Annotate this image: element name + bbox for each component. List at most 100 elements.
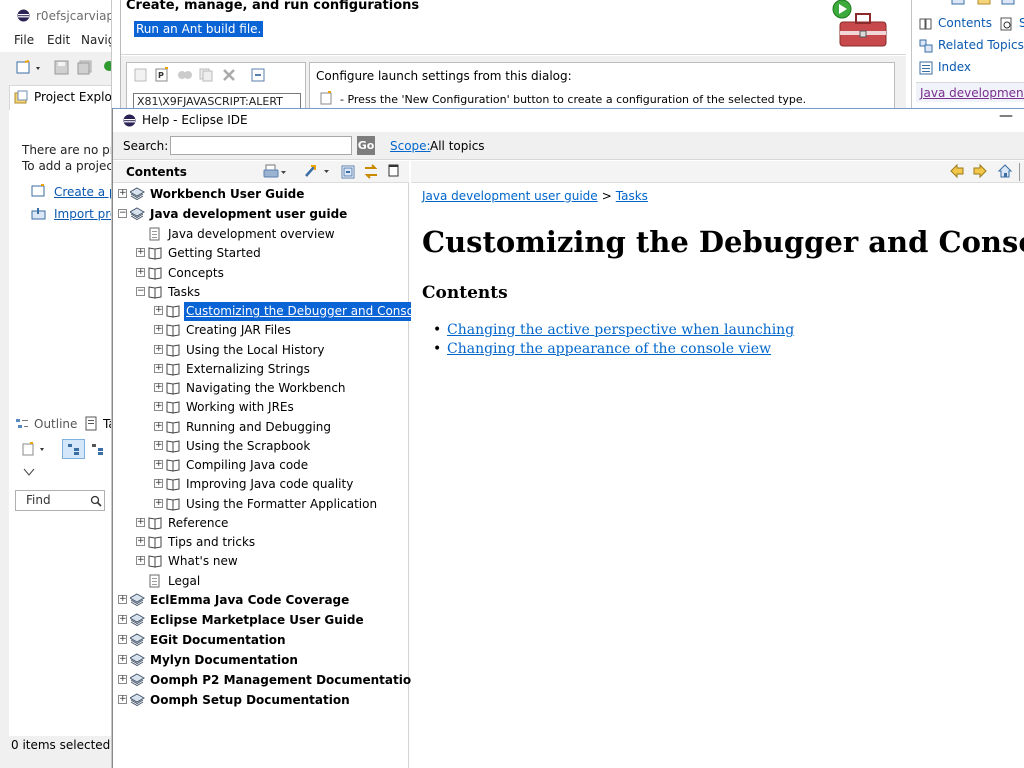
view-menu-chevron-icon[interactable] <box>23 468 35 476</box>
expand-toggle[interactable]: + <box>154 325 163 334</box>
toc-item[interactable]: + Compiling Java code <box>113 456 409 475</box>
export-config-icon[interactable] <box>177 68 193 82</box>
toc-item-label: Getting Started <box>168 246 261 260</box>
toc-item[interactable]: + Running and Debugging <box>113 418 409 437</box>
scope-link[interactable]: Scope: <box>390 139 431 153</box>
outline-tab-label[interactable]: Outline <box>34 417 77 431</box>
expand-toggle[interactable]: + <box>154 460 163 469</box>
toc-item[interactable]: Legal <box>113 572 409 591</box>
collapse-toggle[interactable]: − <box>118 209 127 218</box>
topic-link-active-perspective[interactable]: Changing the active perspective when lau… <box>447 322 794 338</box>
side-search-link[interactable]: Se <box>1000 16 1024 31</box>
toc-item[interactable]: + Customizing the Debugger and Console <box>113 302 427 321</box>
toc-item[interactable]: + Improving Java code quality <box>113 475 409 494</box>
expand-toggle[interactable]: + <box>136 556 145 565</box>
open-book-icon <box>166 344 180 357</box>
side-java-dev-link[interactable]: Java development u <box>920 86 1024 100</box>
duplicate-config-icon[interactable] <box>199 68 213 82</box>
side-index-link[interactable]: Index <box>919 60 971 75</box>
expand-toggle[interactable]: + <box>118 655 127 664</box>
toc-item[interactable]: − Java development user guide <box>113 205 409 224</box>
run-icon[interactable] <box>103 60 112 74</box>
toc-item[interactable]: + What's new <box>113 552 409 571</box>
collapse-all-icon[interactable] <box>251 68 265 82</box>
save-icon[interactable] <box>54 60 70 76</box>
breadcrumb-tasks[interactable]: Tasks <box>616 189 648 203</box>
menu-navigate[interactable]: Navigat <box>81 33 111 47</box>
expand-toggle[interactable]: + <box>118 595 127 604</box>
menu-edit[interactable]: Edit <box>47 33 70 47</box>
topic-link-console-appearance[interactable]: Changing the appearance of the console v… <box>447 341 771 357</box>
go-button[interactable]: Go <box>357 136 375 155</box>
expand-toggle[interactable]: + <box>154 345 163 354</box>
side-contents-link[interactable]: Contents <box>919 16 992 31</box>
toc-item[interactable]: + Concepts <box>113 264 409 283</box>
create-project-link[interactable]: Create a pr <box>54 185 111 199</box>
breadcrumb-java-dev-guide[interactable]: Java development user guide <box>422 189 598 203</box>
new-prototype-icon[interactable]: P <box>155 67 169 82</box>
expand-toggle[interactable]: + <box>136 268 145 277</box>
toc-item[interactable]: + Getting Started <box>113 244 409 263</box>
link-with-contents-icon[interactable] <box>362 164 380 180</box>
toc-item[interactable]: + EGit Documentation <box>113 631 409 650</box>
expand-toggle[interactable]: + <box>154 422 163 431</box>
collapse-all-icon[interactable] <box>341 165 355 179</box>
expand-toggle[interactable]: + <box>118 615 127 624</box>
toc-item[interactable]: Java development overview <box>113 225 409 244</box>
home-icon[interactable] <box>997 163 1013 179</box>
toc-item[interactable]: + Navigating the Workbench <box>113 379 409 398</box>
delete-config-icon[interactable] <box>222 68 236 82</box>
toc-item[interactable]: + Mylyn Documentation <box>113 651 409 670</box>
expand-toggle[interactable]: + <box>136 537 145 546</box>
toc-item[interactable]: − Tasks <box>113 283 409 302</box>
new-icon[interactable] <box>16 60 46 76</box>
toc-item[interactable]: + Tips and tricks <box>113 533 409 552</box>
save-all-icon[interactable] <box>77 60 93 76</box>
back-arrow-icon[interactable] <box>949 163 965 179</box>
expand-toggle[interactable]: + <box>118 189 127 198</box>
collapse-toggle[interactable]: − <box>136 287 145 296</box>
expand-toggle[interactable]: + <box>136 248 145 257</box>
expand-toggle[interactable]: + <box>154 402 163 411</box>
maximize-view-icon[interactable] <box>388 164 400 178</box>
print-icon[interactable] <box>263 164 289 180</box>
find-field[interactable]: Find <box>15 490 105 511</box>
open-book-icon <box>148 555 162 568</box>
expand-toggle[interactable]: + <box>154 306 163 315</box>
highlight-search-icon[interactable] <box>304 163 332 180</box>
expand-toggle[interactable]: + <box>154 441 163 450</box>
toc-item[interactable]: + EclEmma Java Code Coverage <box>113 591 409 610</box>
toc-item[interactable]: + Using the Formatter Application <box>113 495 409 514</box>
open-book-icon <box>166 305 180 318</box>
toc-item[interactable]: + Oomph Setup Documentation <box>113 691 409 710</box>
categorized-icon[interactable] <box>91 443 105 456</box>
import-project-link[interactable]: Import pro <box>54 207 111 221</box>
tasks-tab-label[interactable]: Ta <box>103 417 111 431</box>
toc-item-label: Reference <box>168 516 229 530</box>
expand-toggle[interactable]: + <box>118 675 127 684</box>
new-config-icon[interactable] <box>134 68 148 82</box>
expand-toggle[interactable]: + <box>118 695 127 704</box>
expand-toggle[interactable]: + <box>118 635 127 644</box>
toc-item[interactable]: + Eclipse Marketplace User Guide <box>113 611 409 630</box>
toc-item[interactable]: + Workbench User Guide <box>113 185 409 204</box>
toc-item[interactable]: + Reference <box>113 514 409 533</box>
project-explorer-tab[interactable]: Project Explorer <box>9 85 111 110</box>
forward-arrow-icon[interactable] <box>972 163 988 179</box>
expand-toggle[interactable]: + <box>136 518 145 527</box>
expand-toggle[interactable]: + <box>154 499 163 508</box>
expand-toggle[interactable]: + <box>154 383 163 392</box>
expand-toggle[interactable]: + <box>154 479 163 488</box>
toc-item[interactable]: + Using the Local History <box>113 341 409 360</box>
toc-item[interactable]: + Externalizing Strings <box>113 360 409 379</box>
new-task-icon[interactable] <box>22 441 50 457</box>
toc-item[interactable]: + Creating JAR Files <box>113 321 409 340</box>
expand-toggle[interactable]: + <box>154 364 163 373</box>
minimize-button[interactable]: — <box>999 108 1013 124</box>
toc-item[interactable]: + Using the Scrapbook <box>113 437 409 456</box>
toc-item[interactable]: + Working with JREs <box>113 398 409 417</box>
side-related-topics-link[interactable]: Related Topics <box>919 38 1024 53</box>
search-input[interactable] <box>170 136 352 155</box>
toc-item[interactable]: + Oomph P2 Management Documentation <box>113 671 420 690</box>
menu-file[interactable]: File <box>14 33 34 47</box>
